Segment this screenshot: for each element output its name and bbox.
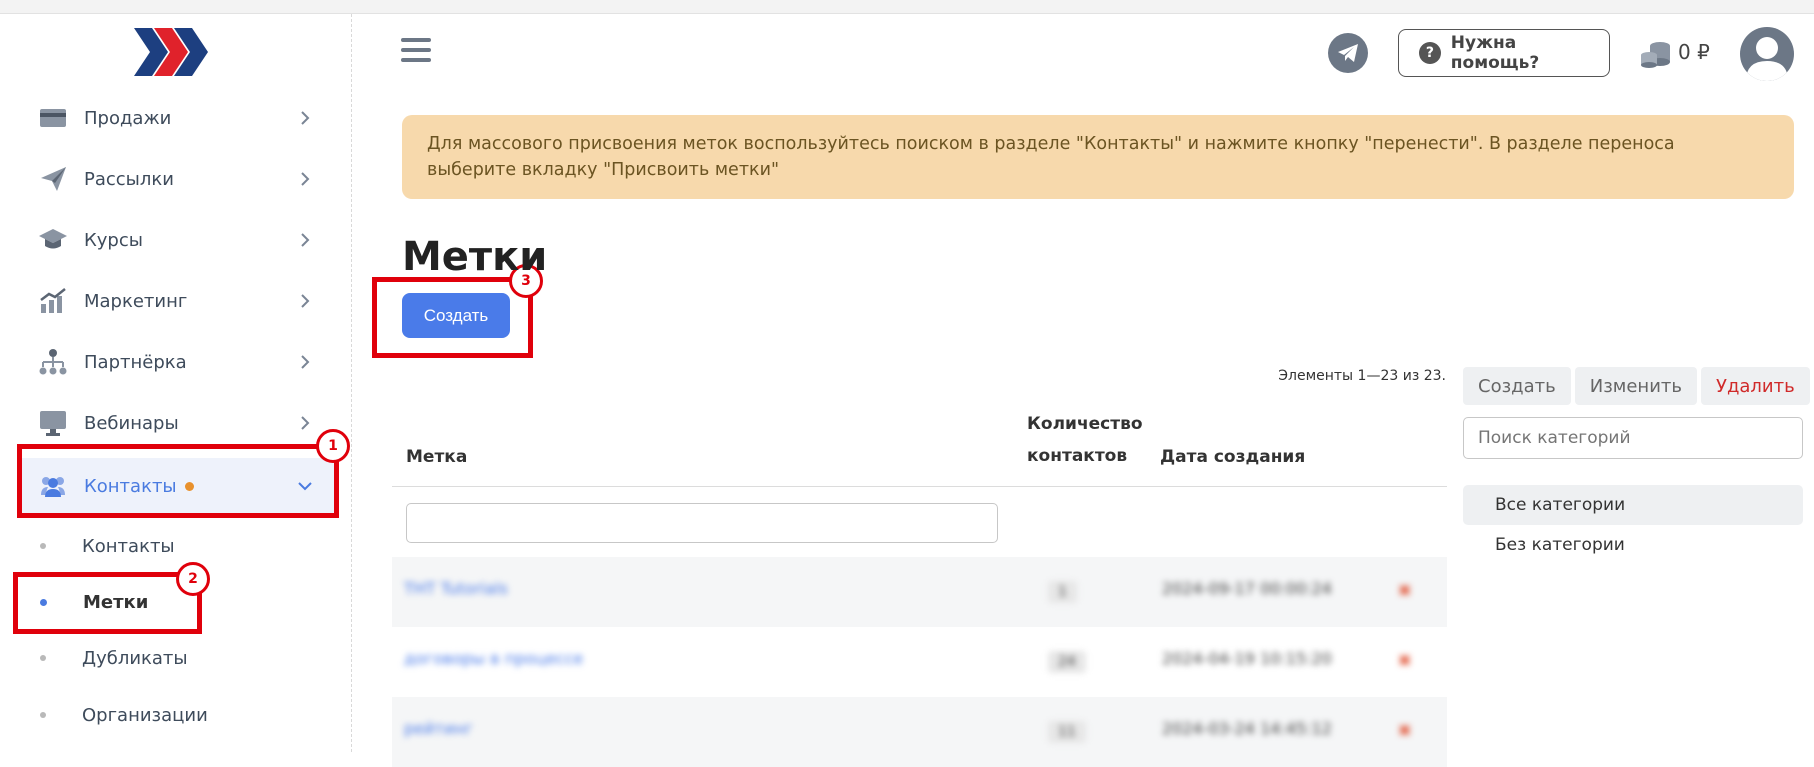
browser-bookmarks-strip [0,0,1814,14]
column-header-contacts[interactable]: Количество контактов [1027,408,1143,472]
column-header-tag[interactable]: Метка [406,441,467,473]
sidebar-item-label: Партнёрка [84,351,187,373]
category-delete-button[interactable]: Удалить [1700,367,1810,405]
items-count: Элементы 1—23 из 23. [1278,368,1446,384]
submenu-item-label: Дубликаты [82,647,188,669]
avatar[interactable] [1740,27,1794,81]
monitor-icon [38,408,68,438]
sidebar-item-label: Вебинары [84,412,179,434]
submenu-item-duplicates[interactable]: Дубликаты [40,638,188,678]
chevron-right-icon [301,416,310,430]
sidebar-item-label: Маркетинг [84,290,188,312]
created-date: 2024-04-19 10:15:20 [1162,649,1332,668]
tag-name-link[interactable]: ТНТ Tutorials [404,579,508,598]
column-header-contacts-line1: Количество [1027,414,1143,434]
logo[interactable] [134,28,210,76]
card-icon [38,103,68,133]
submenu-item-contacts[interactable]: Контакты [40,526,175,566]
sidebar-item-webinars[interactable]: Вебинары [18,395,336,451]
category-item-none[interactable]: Без категории [1463,525,1803,565]
contacts-count: 11 [1048,721,1086,743]
created-date: 2024-03-24 14:45:12 [1162,719,1332,738]
annotation-box-1 [17,444,339,518]
sidebar-item-courses[interactable]: Курсы [18,212,336,268]
submenu-item-organizations[interactable]: Организации [40,695,208,735]
paper-plane-icon [38,164,68,194]
annotation-box-2 [13,572,202,634]
delete-icon[interactable]: ✖ [1398,651,1411,670]
org-chart-icon [38,347,68,377]
tag-filter-input[interactable] [406,503,998,543]
sidebar-item-label: Рассылки [84,168,174,190]
sidebar-item-label: Продажи [84,107,172,129]
balance: 0 ₽ [1678,40,1710,64]
chevron-right-icon [301,233,310,247]
question-icon: ? [1419,42,1441,64]
table-header-divider [392,486,1447,487]
category-edit-button[interactable]: Изменить [1574,367,1697,405]
info-alert: Для массового присвоения меток воспользу… [402,115,1794,199]
annotation-badge-1: 1 [316,429,350,463]
chevron-right-icon [301,172,310,186]
submenu-item-label: Контакты [82,535,175,557]
page-title: Метки [402,234,548,280]
coins-icon [1641,42,1670,68]
column-header-created[interactable]: Дата создания [1160,441,1305,473]
sidebar-item-sales[interactable]: Продажи [18,90,336,146]
help-button-label: Нужна помощь? [1450,33,1540,73]
table-row: рейтинг 11 2024-03-24 14:45:12 ✖ [392,697,1447,767]
submenu-item-label: Организации [82,704,208,726]
bullet [40,543,46,549]
sidebar-item-marketing[interactable]: Маркетинг [18,273,336,329]
telegram-icon[interactable] [1328,33,1368,73]
bar-chart-icon [38,286,68,316]
sidebar-item-mailings[interactable]: Рассылки [18,151,336,207]
chevron-right-icon [301,355,310,369]
annotation-badge-2: 2 [176,562,210,596]
help-button[interactable]: ? Нужна помощь? [1398,29,1610,77]
table-row: ТНТ Tutorials 1 2024-09-17 00:00:24 ✖ [392,557,1447,627]
table-row: договоры в процессе 24 2024-04-19 10:15:… [392,627,1447,697]
contacts-count: 24 [1048,651,1086,673]
category-create-button[interactable]: Создать [1463,367,1571,405]
menu-toggle-icon[interactable] [401,38,431,66]
category-actions: Создать Изменить Удалить [1463,367,1810,405]
created-date: 2024-09-17 00:00:24 [1162,579,1332,598]
delete-icon[interactable]: ✖ [1398,581,1411,600]
chevron-right-icon [301,294,310,308]
column-header-contacts-line2: контактов [1027,446,1128,466]
graduation-cap-icon [38,225,68,255]
sidebar-item-label: Курсы [84,229,143,251]
create-tag-button[interactable]: Создать [402,293,510,338]
delete-icon[interactable]: ✖ [1398,721,1411,740]
bullet [40,655,46,661]
bullet [40,712,46,718]
category-search-input[interactable] [1463,417,1803,459]
tag-name-link[interactable]: договоры в процессе [404,649,583,668]
category-item-all[interactable]: Все категории [1463,485,1803,525]
chevron-right-icon [301,111,310,125]
sidebar-item-partners[interactable]: Партнёрка [18,334,336,390]
contacts-count: 1 [1048,581,1077,603]
tag-name-link[interactable]: рейтинг [404,719,473,738]
sidebar: Продажи Рассылки Курсы Маркетинг Партнёр… [0,14,352,752]
